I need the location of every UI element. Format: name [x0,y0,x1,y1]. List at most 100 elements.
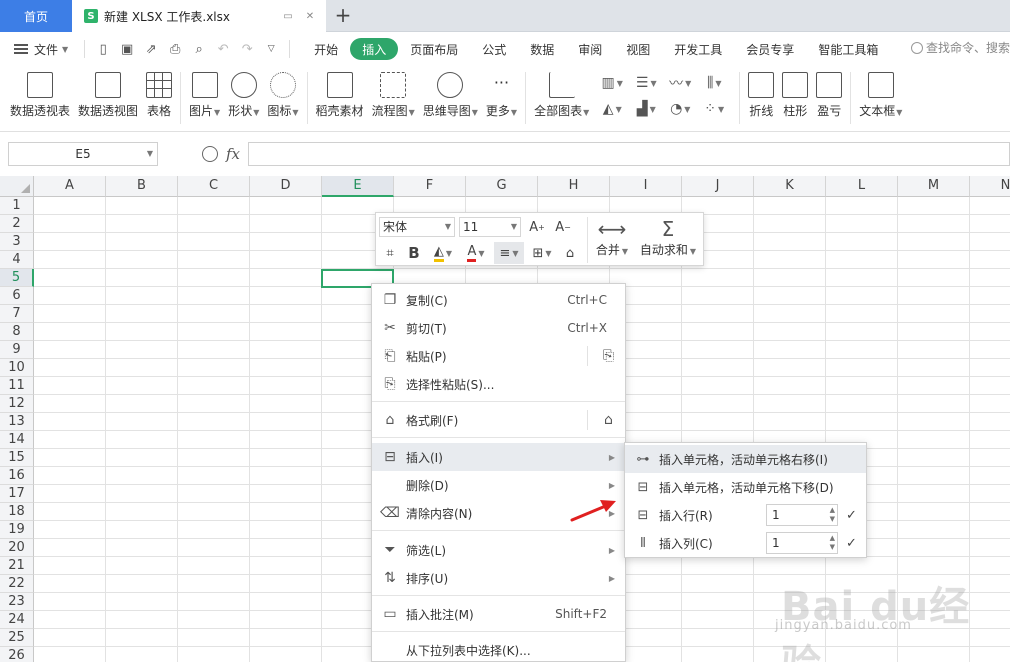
row-header-15[interactable]: 15 [0,449,34,467]
tab-formulas[interactable]: 公式 [470,38,518,60]
new-tab-button[interactable]: + [332,3,354,27]
insert-row-count-stepper[interactable]: 1 ▲ ▼ [766,504,838,526]
row-header-17[interactable]: 17 [0,485,34,503]
sparkline-line-button[interactable]: 折线 [748,72,775,119]
row-header-19[interactable]: 19 [0,521,34,539]
print-preview-icon[interactable]: ⌕ [187,37,211,61]
align-button[interactable]: ≡ ▼ [494,242,524,264]
redo-icon[interactable]: ↷ [235,37,259,61]
row-header-3[interactable]: 3 [0,233,34,251]
more-button[interactable]: ··· 更多▼ [486,72,517,119]
submenu-item-insert-column[interactable]: ⫴ 插入列(C) 1 ▲ ▼ ✓ [625,529,866,557]
row-header-16[interactable]: 16 [0,467,34,485]
textbox-button[interactable]: 文本框▼ [859,72,902,119]
pivot-chart-button[interactable]: 数据透视图 [78,72,138,119]
stepper-arrows-icon[interactable]: ▲ ▼ [830,534,835,552]
tab-review[interactable]: 审阅 [566,38,614,60]
menu-item-format-painter[interactable]: ⌂ 格式刷(F) ⌂ [372,406,625,434]
row-header-11[interactable]: 11 [0,377,34,395]
merge-button[interactable]: ⟷ 合并 ▼ [594,217,630,258]
fill-color-button[interactable]: ◭ ▼ [428,242,458,264]
command-search[interactable]: 查找命令、搜索 [910,39,1010,56]
column-chart-icon[interactable]: ▥ ▼ [595,70,629,96]
column-header-a[interactable]: A [34,176,106,197]
row-header-18[interactable]: 18 [0,503,34,521]
stock-chart-icon[interactable]: ⫼ ▼ [697,70,731,96]
confirm-check-icon[interactable]: ✓ [846,508,860,523]
row-header-13[interactable]: 13 [0,413,34,431]
stepper-arrows-icon[interactable]: ▲ ▼ [830,506,835,524]
tab-start[interactable]: 开始 [302,38,350,60]
undo-icon[interactable]: ↶ [211,37,235,61]
save-icon[interactable]: ▣ [115,37,139,61]
decrease-font-icon[interactable]: A − [552,216,574,238]
column-header-m[interactable]: M [898,176,970,197]
menu-item-filter[interactable]: ⏷ 筛选(L) ▶ [372,536,625,564]
row-header-21[interactable]: 21 [0,557,34,575]
close-tab-icon[interactable]: ✕ [304,10,316,22]
all-charts-button[interactable]: 全部图表▼ [534,72,589,119]
tab-member[interactable]: 会员专享 [734,38,806,60]
icons-button[interactable]: 图标▼ [267,72,299,119]
row-header-20[interactable]: 20 [0,539,34,557]
area-chart-icon[interactable]: ◭ ▼ [595,96,629,122]
row-header-26[interactable]: 26 [0,647,34,662]
column-header-c[interactable]: C [178,176,250,197]
shape-button[interactable]: 形状▼ [228,72,259,119]
row-header-6[interactable]: 6 [0,287,34,305]
tab-home[interactable]: 首页 [0,0,72,32]
format-cells-icon[interactable]: ⌗ [380,242,400,264]
font-select[interactable]: 宋体 ▼ [379,217,455,237]
row-header-24[interactable]: 24 [0,611,34,629]
borders-button[interactable]: ⊞ ▼ [528,242,556,264]
increase-font-icon[interactable]: A + [526,216,548,238]
row-header-7[interactable]: 7 [0,305,34,323]
menu-item-insert-comment[interactable]: ▭ 插入批注(M) Shift+F2 [372,600,625,628]
row-header-23[interactable]: 23 [0,593,34,611]
daoke-material-button[interactable]: 稻壳素材 [316,72,364,119]
window-restore-icon[interactable]: ▭ [282,10,294,22]
font-color-button[interactable]: A ▼ [462,242,490,264]
format-painter-icon[interactable]: ⌂ [560,242,580,264]
tab-page-layout[interactable]: 页面布局 [398,38,470,60]
sparkline-winloss-button[interactable]: 盈亏 [816,72,843,119]
tab-developer[interactable]: 开发工具 [662,38,734,60]
row-header-25[interactable]: 25 [0,629,34,647]
formula-input[interactable] [248,142,1010,166]
row-header-1[interactable]: 1 [0,197,34,215]
menu-item-insert[interactable]: ⊟ 插入(I) ▶ [372,443,625,471]
row-header-14[interactable]: 14 [0,431,34,449]
export-icon[interactable]: ⇗ [139,37,163,61]
submenu-item-insert-shift-down[interactable]: ⊟ 插入单元格，活动单元格下移(D) [625,473,866,501]
column-header-d[interactable]: D [250,176,322,197]
pivot-table-button[interactable]: 数据透视表 [10,72,70,119]
menu-item-delete[interactable]: 删除(D) ▶ [372,471,625,499]
menu-item-paste-special[interactable]: ⎘ 选择性粘贴(S)... [372,370,625,398]
row-header-4[interactable]: 4 [0,251,34,269]
menu-item-paste[interactable]: ⎗ 粘贴(P) ⎘ [372,342,625,370]
zoom-icon[interactable] [202,146,218,162]
bold-button[interactable]: B [404,242,424,264]
column-header-k[interactable]: K [754,176,826,197]
name-box[interactable]: E5 ▼ [8,142,158,166]
column-header-j[interactable]: J [682,176,754,197]
row-header-10[interactable]: 10 [0,359,34,377]
column-header-n[interactable]: N [970,176,1010,197]
scatter-chart-icon[interactable]: ⁘ ▼ [697,96,731,122]
pie-chart-icon[interactable]: ◔ ▼ [663,96,697,122]
tab-data[interactable]: 数据 [518,38,566,60]
file-menu[interactable]: 文件 ▼ [0,41,78,58]
paste-text-icon[interactable]: ⎘ [587,346,619,366]
customize-toolbar-icon[interactable]: ▽ [259,37,283,61]
select-all-corner[interactable] [0,176,34,197]
menu-item-pick-from-list[interactable]: 从下拉列表中选择(K)... [372,636,625,662]
insert-column-count-stepper[interactable]: 1 ▲ ▼ [766,532,838,554]
row-header-5[interactable]: 5 [0,269,34,287]
sparkline-column-button[interactable]: 柱形 [782,72,809,119]
picture-button[interactable]: 图片▼ [189,72,220,119]
print-icon[interactable]: ⎙ [163,37,187,61]
combo-chart-icon[interactable]: ▟ ▼ [629,96,663,122]
font-size-select[interactable]: 11 ▼ [459,217,521,237]
column-header-f[interactable]: F [394,176,466,197]
confirm-check-icon[interactable]: ✓ [846,536,860,551]
